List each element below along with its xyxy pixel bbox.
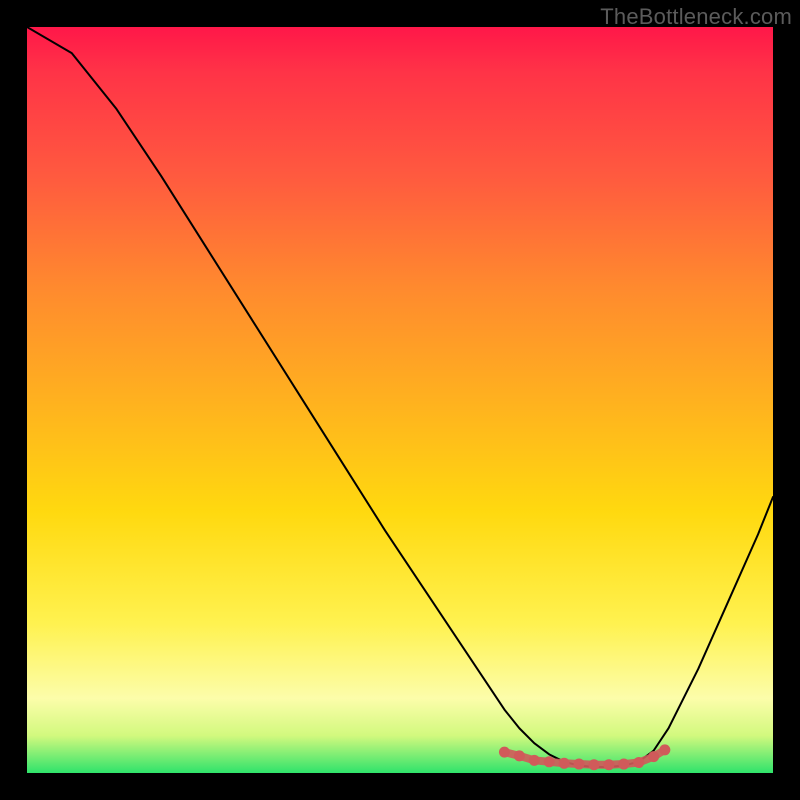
bottleneck-curve bbox=[27, 27, 773, 767]
chart-frame: TheBottleneck.com bbox=[0, 0, 800, 800]
sweet-spot-marker bbox=[499, 744, 670, 770]
plot-area bbox=[27, 27, 773, 773]
curve-overlay bbox=[27, 27, 773, 773]
watermark-label: TheBottleneck.com bbox=[600, 4, 792, 30]
